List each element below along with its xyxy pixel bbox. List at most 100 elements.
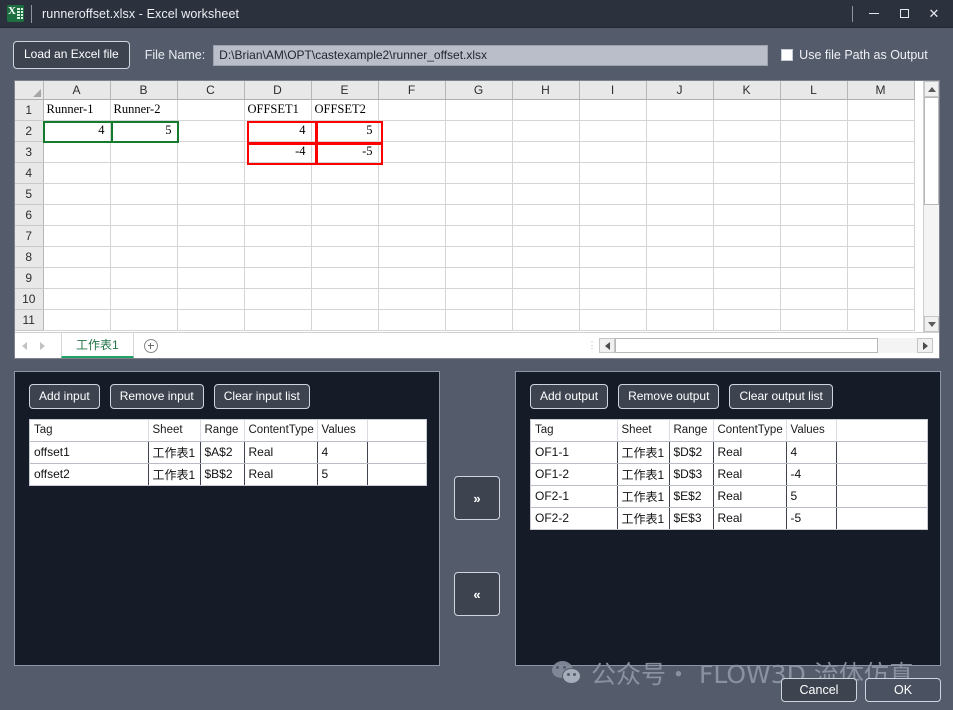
output-cell-tag[interactable]: OF2-2 bbox=[531, 507, 618, 529]
input-cell-contenttype[interactable]: Real bbox=[244, 441, 318, 464]
load-excel-file-button[interactable]: Load an Excel file bbox=[13, 41, 130, 69]
cell-L9[interactable] bbox=[780, 267, 848, 289]
output-row[interactable]: OF2-1 工作表1 $E$2 Real 5 bbox=[531, 485, 927, 508]
horizontal-scroll-track[interactable] bbox=[878, 338, 917, 353]
cell-B3[interactable] bbox=[110, 141, 178, 163]
cell-G5[interactable] bbox=[445, 183, 513, 205]
output-header-tag[interactable]: Tag bbox=[531, 420, 618, 442]
cell-A5[interactable] bbox=[43, 183, 111, 205]
cell-C7[interactable] bbox=[177, 225, 245, 247]
horizontal-scroll-thumb[interactable] bbox=[615, 338, 878, 353]
cell-D10[interactable] bbox=[244, 288, 312, 310]
cell-J11[interactable] bbox=[646, 309, 714, 331]
scroll-right-button[interactable] bbox=[917, 338, 933, 353]
cell-H8[interactable] bbox=[512, 246, 580, 268]
cell-L3[interactable] bbox=[780, 141, 848, 163]
cell-A8[interactable] bbox=[43, 246, 111, 268]
row-header-11[interactable]: 11 bbox=[15, 309, 44, 331]
cell-H9[interactable] bbox=[512, 267, 580, 289]
row-header-2[interactable]: 2 bbox=[15, 120, 44, 142]
row-header-10[interactable]: 10 bbox=[15, 288, 44, 310]
scroll-up-button[interactable] bbox=[924, 81, 939, 97]
column-header-a[interactable]: A bbox=[43, 81, 111, 100]
cell-J1[interactable] bbox=[646, 99, 714, 121]
input-cell-extra[interactable] bbox=[367, 441, 426, 464]
output-cell-values[interactable]: -5 bbox=[786, 507, 837, 529]
cell-G11[interactable] bbox=[445, 309, 513, 331]
cell-J3[interactable] bbox=[646, 141, 714, 163]
output-cell-tag[interactable]: OF1-1 bbox=[531, 441, 618, 464]
cell-H10[interactable] bbox=[512, 288, 580, 310]
cell-K4[interactable] bbox=[713, 162, 781, 184]
output-row[interactable]: OF2-2 工作表1 $E$3 Real -5 bbox=[531, 507, 927, 529]
add-output-button[interactable]: Add output bbox=[530, 384, 609, 410]
output-cell-values[interactable]: 4 bbox=[786, 441, 837, 464]
output-cell-range[interactable]: $D$3 bbox=[669, 463, 714, 486]
cell-M2[interactable] bbox=[847, 120, 915, 142]
input-cell-range[interactable]: $A$2 bbox=[200, 441, 245, 464]
maximize-button[interactable] bbox=[889, 0, 919, 28]
cell-I5[interactable] bbox=[579, 183, 647, 205]
input-cell-contenttype[interactable]: Real bbox=[244, 463, 318, 485]
row-header-5[interactable]: 5 bbox=[15, 183, 44, 205]
column-header-g[interactable]: G bbox=[445, 81, 513, 100]
output-row[interactable]: OF1-2 工作表1 $D$3 Real -4 bbox=[531, 463, 927, 486]
cell-K10[interactable] bbox=[713, 288, 781, 310]
cell-B5[interactable] bbox=[110, 183, 178, 205]
cell-D11[interactable] bbox=[244, 309, 312, 331]
cell-G10[interactable] bbox=[445, 288, 513, 310]
output-cell-contenttype[interactable]: Real bbox=[713, 507, 787, 529]
row-header-6[interactable]: 6 bbox=[15, 204, 44, 226]
cell-J7[interactable] bbox=[646, 225, 714, 247]
cell-D9[interactable] bbox=[244, 267, 312, 289]
cell-F7[interactable] bbox=[378, 225, 446, 247]
row-header-9[interactable]: 9 bbox=[15, 267, 44, 289]
vertical-scrollbar[interactable] bbox=[923, 81, 939, 332]
cell-L4[interactable] bbox=[780, 162, 848, 184]
cell-J5[interactable] bbox=[646, 183, 714, 205]
cell-G7[interactable] bbox=[445, 225, 513, 247]
cell-M6[interactable] bbox=[847, 204, 915, 226]
input-header-contenttype[interactable]: ContentType bbox=[244, 420, 318, 442]
input-cell-values[interactable]: 5 bbox=[317, 463, 368, 485]
cell-A7[interactable] bbox=[43, 225, 111, 247]
cell-F5[interactable] bbox=[378, 183, 446, 205]
cell-K1[interactable] bbox=[713, 99, 781, 121]
use-file-path-as-output-checkbox[interactable]: Use file Path as Output bbox=[781, 48, 928, 62]
row-header-4[interactable]: 4 bbox=[15, 162, 44, 184]
cell-F8[interactable] bbox=[378, 246, 446, 268]
row-header-8[interactable]: 8 bbox=[15, 246, 44, 268]
cell-D1[interactable]: OFFSET1 bbox=[244, 99, 312, 121]
output-cell-extra[interactable] bbox=[836, 463, 927, 486]
cell-E10[interactable] bbox=[311, 288, 379, 310]
cell-I10[interactable] bbox=[579, 288, 647, 310]
cell-E1[interactable]: OFFSET2 bbox=[311, 99, 379, 121]
cell-H5[interactable] bbox=[512, 183, 580, 205]
cell-I11[interactable] bbox=[579, 309, 647, 331]
cell-D6[interactable] bbox=[244, 204, 312, 226]
output-cell-range[interactable]: $E$2 bbox=[669, 485, 714, 508]
output-table-container[interactable]: Tag Sheet Range ContentType Values OF1-1 工作表1… bbox=[530, 419, 928, 530]
cell-I1[interactable] bbox=[579, 99, 647, 121]
cell-F9[interactable] bbox=[378, 267, 446, 289]
cell-D4[interactable] bbox=[244, 162, 312, 184]
cell-C4[interactable] bbox=[177, 162, 245, 184]
cell-K7[interactable] bbox=[713, 225, 781, 247]
cell-K6[interactable] bbox=[713, 204, 781, 226]
input-cell-sheet[interactable]: 工作表1 bbox=[148, 441, 201, 464]
cell-I4[interactable] bbox=[579, 162, 647, 184]
file-name-input[interactable] bbox=[213, 44, 769, 66]
cell-L2[interactable] bbox=[780, 120, 848, 142]
cell-B7[interactable] bbox=[110, 225, 178, 247]
cell-K9[interactable] bbox=[713, 267, 781, 289]
cell-G1[interactable] bbox=[445, 99, 513, 121]
output-cell-sheet[interactable]: 工作表1 bbox=[617, 507, 670, 529]
cell-E11[interactable] bbox=[311, 309, 379, 331]
cell-M4[interactable] bbox=[847, 162, 915, 184]
cell-J8[interactable] bbox=[646, 246, 714, 268]
cell-A10[interactable] bbox=[43, 288, 111, 310]
minimize-button[interactable] bbox=[859, 0, 889, 28]
cell-M1[interactable] bbox=[847, 99, 915, 121]
scroll-left-button[interactable] bbox=[599, 338, 615, 353]
output-row[interactable]: OF1-1 工作表1 $D$2 Real 4 bbox=[531, 441, 927, 464]
